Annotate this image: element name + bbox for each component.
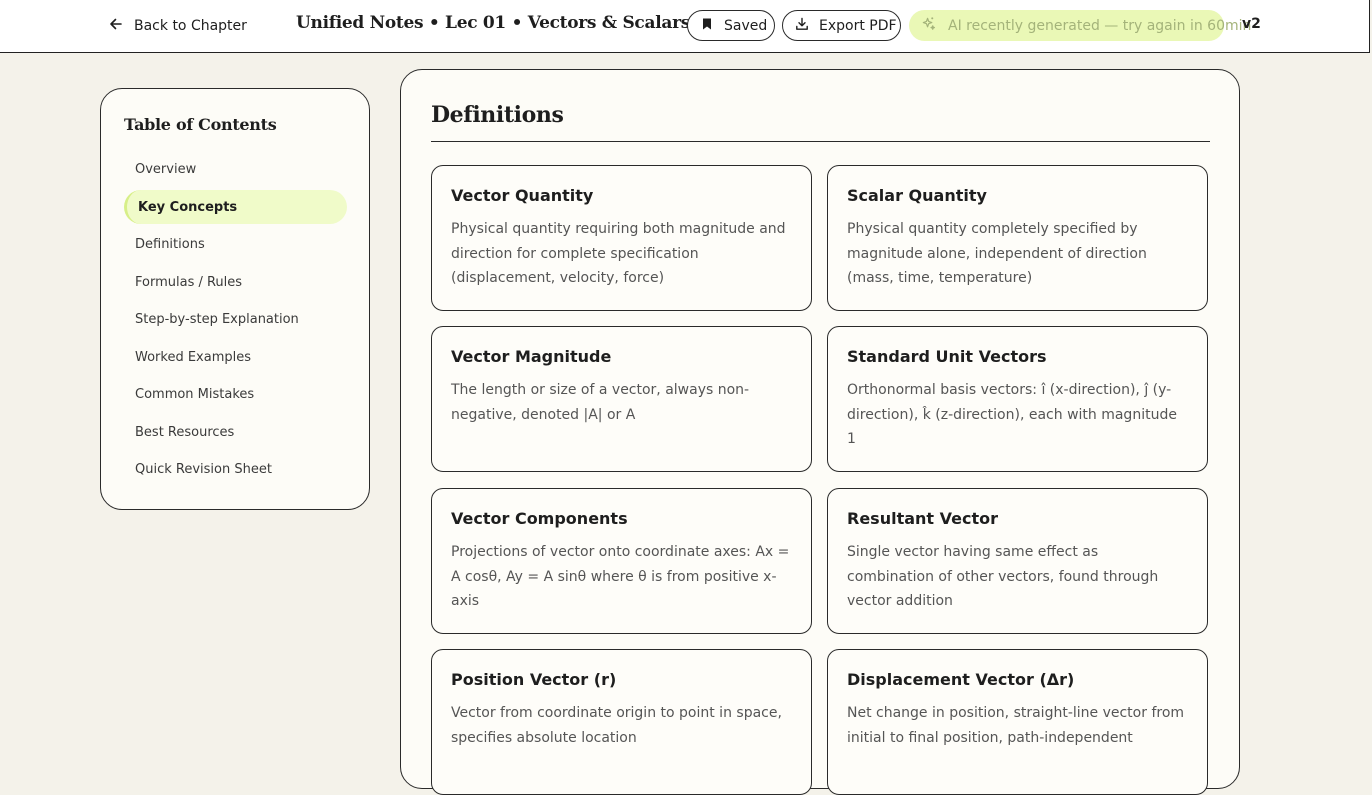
card-text: Single vector having same effect as comb… [847, 544, 1159, 609]
card-title: Scalar Quantity [847, 186, 987, 205]
top-bar: Back to Chapter Unified Notes • Lec 01 •… [0, 0, 1370, 53]
toc-title: Table of Contents [124, 115, 277, 134]
definition-card: Resultant Vector Single vector having sa… [827, 488, 1208, 634]
card-text: Projections of vector onto coordinate ax… [451, 544, 790, 609]
toc-item-formulas-rules[interactable]: Formulas / Rules [124, 265, 347, 299]
card-title: Vector Components [451, 509, 628, 528]
card-text: Physical quantity completely specified b… [847, 221, 1147, 286]
section-divider [431, 141, 1210, 142]
version-badge[interactable]: v2 [1242, 16, 1261, 32]
download-icon [795, 17, 809, 35]
toc-item-overview[interactable]: Overview [124, 152, 347, 186]
toc-item-common-mistakes[interactable]: Common Mistakes [124, 377, 347, 411]
card-title: Standard Unit Vectors [847, 347, 1047, 366]
card-text: Net change in position, straight-line ve… [847, 705, 1185, 746]
saved-label: Saved [724, 17, 768, 34]
table-of-contents: Table of Contents Overview Key Concepts … [100, 88, 370, 510]
card-title: Displacement Vector (Δr) [847, 670, 1075, 689]
ai-generate-status: AI recently generated — try again in 60m… [909, 10, 1251, 41]
card-text: Vector from coordinate origin to point i… [451, 705, 782, 746]
toc-item-definitions[interactable]: Definitions [124, 227, 347, 261]
toc-item-quick-revision[interactable]: Quick Revision Sheet [124, 452, 347, 486]
toc-item-key-concepts[interactable]: Key Concepts [124, 190, 347, 224]
card-title: Vector Magnitude [451, 347, 612, 366]
page-title: Unified Notes • Lec 01 • Vectors & Scala… [296, 13, 690, 33]
definition-card: Scalar Quantity Physical quantity comple… [827, 165, 1208, 311]
card-text: The length or size of a vector, always n… [451, 382, 750, 423]
toc-item-best-resources[interactable]: Best Resources [124, 415, 347, 449]
card-title: Position Vector (r) [451, 670, 617, 689]
bookmark-icon [700, 17, 714, 35]
definition-card: Standard Unit Vectors Orthonormal basis … [827, 326, 1208, 472]
card-text: Physical quantity requiring both magnitu… [451, 221, 786, 286]
card-title: Vector Quantity [451, 186, 594, 205]
definition-card: Vector Quantity Physical quantity requir… [431, 165, 812, 311]
section-title: Definitions [431, 102, 564, 128]
definition-card: Displacement Vector (Δr) Net change in p… [827, 649, 1208, 795]
export-pdf-button[interactable]: Export PDF [782, 10, 901, 41]
arrow-left-icon [108, 16, 124, 36]
card-title: Resultant Vector [847, 509, 998, 528]
back-label: Back to Chapter [134, 18, 247, 34]
card-text: Orthonormal basis vectors: î (x-directio… [847, 382, 1177, 447]
definition-card: Vector Magnitude The length or size of a… [431, 326, 812, 472]
definition-card: Position Vector (r) Vector from coordina… [431, 649, 812, 795]
back-to-chapter-link[interactable]: Back to Chapter [108, 16, 247, 36]
toc-item-worked-examples[interactable]: Worked Examples [124, 340, 347, 374]
sparkle-icon [921, 16, 936, 35]
toc-item-step-by-step[interactable]: Step-by-step Explanation [124, 302, 347, 336]
export-label: Export PDF [819, 17, 897, 34]
saved-button[interactable]: Saved [687, 10, 775, 41]
ai-status-label: AI recently generated — try again in 60m… [948, 17, 1252, 34]
definitions-panel: Definitions Vector Quantity Physical qua… [400, 69, 1240, 795]
definition-card: Vector Components Projections of vector … [431, 488, 812, 634]
